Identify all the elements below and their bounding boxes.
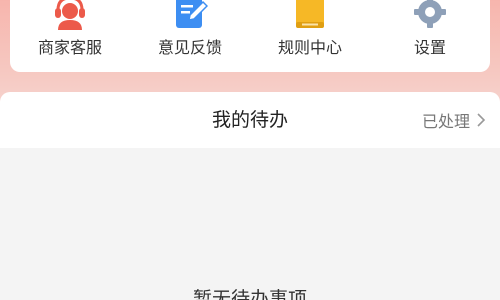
customer-service-icon (52, 0, 88, 30)
feedback-edit-icon (172, 0, 209, 30)
todo-header-card: 我的待办 已处理 (0, 92, 500, 148)
settings-gear-icon (412, 0, 448, 30)
empty-state-text: 暂无待办事项 (192, 288, 307, 300)
shortcut-rules-center[interactable]: 规则中心 (255, 0, 365, 58)
shortcut-card: 商家客服 意见反馈 规则中心 设置 (10, 0, 490, 72)
processed-link-label: 已处理 (421, 112, 470, 131)
shortcut-label: 意见反馈 (157, 38, 222, 57)
page: 商家客服 意见反馈 规则中心 设置 我的待办 已处理 暂无待办事项 (0, 0, 500, 300)
processed-link[interactable]: 已处理 (422, 92, 486, 148)
shortcut-label: 设置 (413, 38, 446, 57)
todo-empty-area (0, 148, 500, 300)
shortcut-label: 商家客服 (37, 38, 102, 57)
shortcut-label: 规则中心 (277, 38, 342, 57)
shortcut-settings[interactable]: 设置 (375, 0, 485, 58)
shortcut-feedback[interactable]: 意见反馈 (135, 0, 245, 58)
rules-book-icon (292, 0, 328, 30)
chevron-right-icon (477, 113, 486, 127)
shortcut-merchant-service[interactable]: 商家客服 (15, 0, 125, 58)
